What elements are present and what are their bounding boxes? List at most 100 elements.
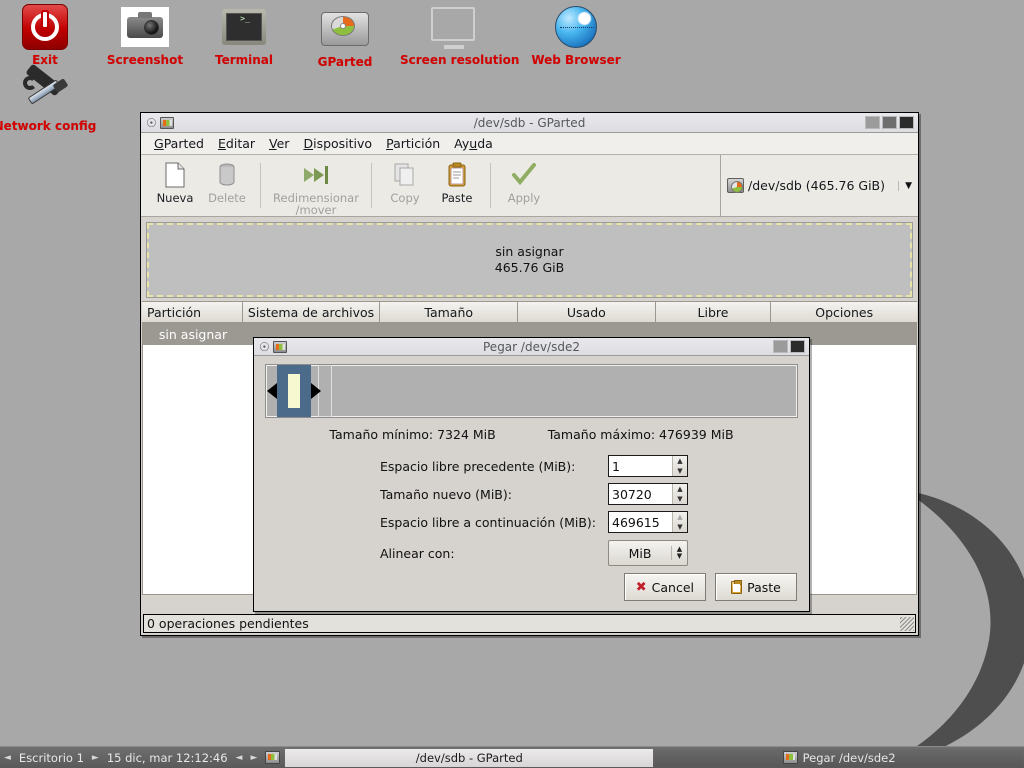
device-selector[interactable]: /dev/sdb (465.76 GiB) ▼	[720, 155, 918, 216]
menu-dispositivo[interactable]: Dispositivo	[296, 134, 379, 153]
close-button[interactable]	[899, 116, 914, 129]
spinner-up-icon[interactable]: ▲	[673, 512, 687, 522]
paste-confirm-button[interactable]: Paste	[715, 573, 797, 601]
desktop-icon-network-config[interactable]: Network config	[0, 63, 100, 133]
menubar: GParted Editar Ver Dispositivo Partición…	[141, 133, 918, 155]
desktop-icon-screenshot[interactable]: Screenshot	[90, 2, 200, 67]
checkmark-icon	[511, 161, 537, 189]
desktop-icon-label: Screen resolution	[400, 53, 520, 67]
taskbar: ◄ Escritorio 1 ► 15 dic, mar 12:12:46 ◄ …	[0, 746, 1024, 768]
close-button[interactable]	[790, 340, 805, 353]
spinner-up-icon[interactable]: ▲	[673, 456, 687, 466]
maximize-button[interactable]	[882, 116, 897, 129]
free-space-following-spinner[interactable]: ▲ ▼	[608, 511, 688, 533]
delete-partition-button[interactable]: Delete	[201, 155, 253, 216]
resize-move-button[interactable]: Redimensionar/mover	[268, 155, 364, 216]
partition-size-slider[interactable]	[265, 364, 798, 418]
free-space-preceding-input[interactable]	[609, 456, 672, 476]
workspace-label[interactable]: Escritorio 1	[15, 751, 88, 765]
workspace-prev-icon[interactable]: ◄	[0, 753, 15, 763]
new-size-input[interactable]	[609, 484, 672, 504]
new-size-spinner[interactable]: ▲ ▼	[608, 483, 688, 505]
field-row-free-preceding: Espacio libre precedente (MiB): ▲ ▼	[380, 452, 799, 480]
max-size-label: Tamaño máximo: 476939 MiB	[547, 427, 734, 442]
column-header-opciones[interactable]: Opciones	[771, 302, 917, 323]
paste-dialog-title: Pegar /dev/sde2	[483, 339, 580, 354]
camera-icon	[90, 2, 200, 52]
taskbar-item-paste-dialog[interactable]: Pegar /dev/sde2	[655, 748, 1023, 767]
menu-editar[interactable]: Editar	[211, 134, 262, 153]
task-prev-icon[interactable]: ◄	[232, 753, 247, 763]
desktop-icon-gparted[interactable]: GParted	[290, 4, 400, 69]
gparted-titlebar[interactable]: ☉ /dev/sdb - GParted	[141, 113, 918, 133]
field-label: Tamaño nuevo (MiB):	[380, 486, 512, 502]
spinner-buttons[interactable]: ▲ ▼	[672, 512, 687, 532]
resize-arrow-icon	[301, 161, 331, 189]
slider-partition-fill	[288, 374, 300, 408]
resize-grip[interactable]	[900, 617, 914, 631]
menu-ayuda[interactable]: Ayuda	[447, 134, 500, 153]
debian-swirl-icon: ☉	[259, 339, 270, 354]
apply-button[interactable]: Apply	[498, 155, 550, 216]
power-button-icon	[0, 2, 100, 52]
gparted-window-title: /dev/sdb - GParted	[473, 115, 586, 130]
minimize-button[interactable]	[865, 116, 880, 129]
menu-ver[interactable]: Ver	[262, 134, 296, 153]
status-bar: 0 operaciones pendientes	[143, 614, 916, 633]
spinner-down-icon[interactable]: ▼	[673, 466, 687, 476]
toolbar-separator	[260, 163, 261, 208]
right-arrow-icon[interactable]	[311, 383, 321, 399]
chevron-down-icon[interactable]: ▼	[898, 180, 912, 191]
minimize-button[interactable]	[773, 340, 788, 353]
free-space-preceding-spinner[interactable]: ▲ ▼	[608, 455, 688, 477]
copy-icon	[393, 161, 417, 189]
slider-partition-block[interactable]	[267, 365, 321, 417]
clipboard-icon	[447, 161, 467, 189]
desktop-icon-exit[interactable]: Exit	[0, 2, 100, 67]
taskbar-item-gparted[interactable]: /dev/sdb - GParted	[285, 748, 654, 767]
paste-button[interactable]: Paste	[431, 155, 483, 216]
spinner-down-icon[interactable]: ▼	[673, 494, 687, 504]
disk-map-label: sin asignar	[495, 244, 564, 259]
spinner-arrows-icon[interactable]: ▲ ▼	[671, 546, 687, 560]
desktop-icon-terminal[interactable]: >_ Terminal	[189, 2, 299, 67]
desktop-icon-web-browser[interactable]: Web Browser	[521, 2, 631, 67]
spinner-buttons[interactable]: ▲ ▼	[672, 456, 687, 476]
desktop-icon-label: Network config	[0, 119, 97, 133]
column-header-tamano[interactable]: Tamaño	[380, 302, 519, 323]
menu-gparted[interactable]: GParted	[147, 134, 211, 153]
spinner-up-icon[interactable]: ▲	[673, 484, 687, 494]
desktop-icon-label: Terminal	[214, 53, 274, 67]
paste-dialog-titlebar[interactable]: ☉ Pegar /dev/sde2	[254, 338, 809, 356]
spinner-down-icon[interactable]: ▼	[673, 522, 687, 532]
paste-dialog[interactable]: ☉ Pegar /dev/sde2 Tamaño mínimo: 7324 Mi…	[253, 337, 810, 612]
gparted-taskbar-icon	[782, 751, 798, 764]
cancel-button[interactable]: ✖ Cancel	[623, 573, 706, 601]
column-header-sistema[interactable]: Sistema de archivos	[242, 302, 381, 323]
left-arrow-icon[interactable]	[267, 383, 277, 399]
copy-button[interactable]: Copy	[379, 155, 431, 216]
globe-icon	[521, 2, 631, 52]
desktop-background: Exit Screenshot >_ Terminal GParted Scre…	[0, 0, 1024, 768]
column-header-particion[interactable]: Partición	[142, 302, 243, 323]
free-space-following-input[interactable]	[609, 512, 672, 532]
column-header-libre[interactable]: Libre	[655, 302, 772, 323]
gparted-taskbar-icon[interactable]	[265, 751, 281, 764]
trash-icon	[216, 161, 238, 189]
taskbar-item-label: Pegar /dev/sde2	[802, 750, 896, 765]
slider-free-space[interactable]	[332, 365, 797, 417]
desktop-icon-screen-resolution[interactable]: Screen resolution	[400, 2, 520, 67]
field-row-free-following: Espacio libre a continuación (MiB): ▲ ▼	[380, 508, 799, 536]
disk-map-graphic[interactable]: sin asignar 465.76 GiB	[146, 222, 913, 298]
clock: 15 dic, mar 12:12:46	[106, 750, 228, 765]
menu-particion[interactable]: Partición	[379, 134, 447, 153]
align-with-dropdown[interactable]: MiB ▲ ▼	[608, 540, 688, 566]
workspace-next-icon[interactable]: ►	[88, 753, 103, 763]
terminal-icon: >_	[189, 2, 299, 52]
new-partition-button[interactable]: Nueva	[149, 155, 201, 216]
desktop-icon-label: Exit	[32, 53, 58, 67]
field-label: Espacio libre precedente (MiB):	[380, 458, 576, 474]
column-header-usado[interactable]: Usado	[518, 302, 656, 323]
spinner-buttons[interactable]: ▲ ▼	[672, 484, 687, 504]
task-next-icon[interactable]: ►	[246, 753, 261, 763]
